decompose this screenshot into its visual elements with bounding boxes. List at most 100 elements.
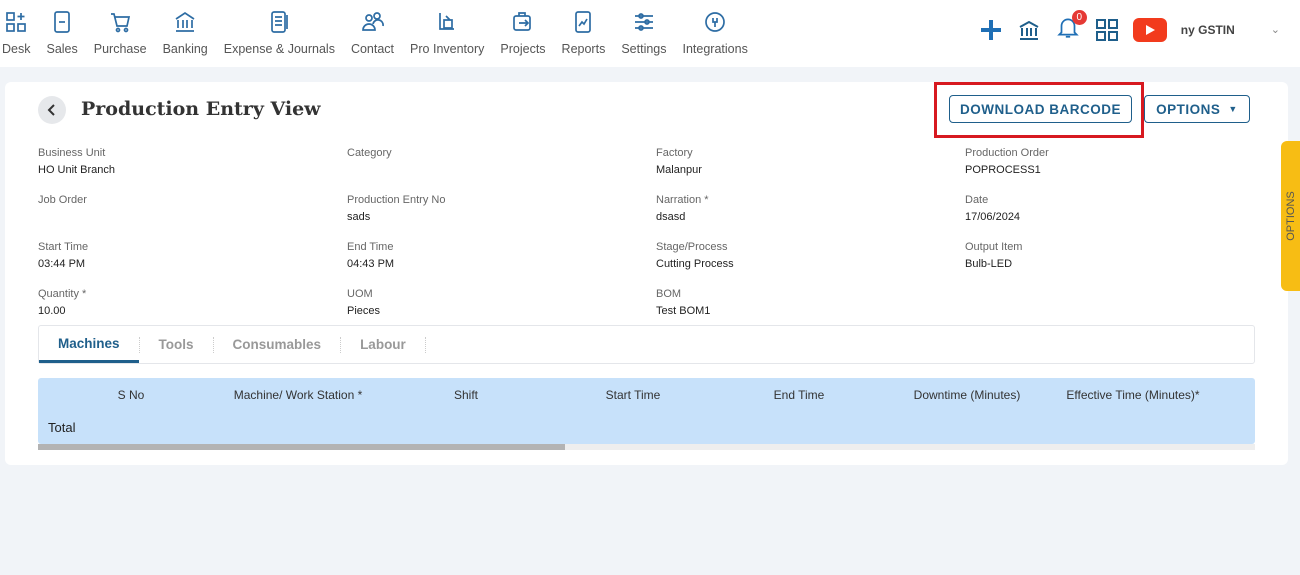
- field-value: 17/06/2024: [965, 211, 1021, 223]
- top-navbar: Desk Sales Purchase Banking Expense & Journa…: [0, 0, 1300, 67]
- field-value: 03:44 PM: [38, 258, 86, 270]
- apps-grid-icon[interactable]: [1095, 18, 1119, 42]
- nav-label: Reports: [561, 42, 606, 56]
- field-label: Production Order: [965, 147, 1049, 159]
- nav-label: Projects: [500, 42, 546, 56]
- tab-machines[interactable]: Machines: [39, 326, 139, 363]
- field-value: [347, 164, 656, 177]
- field-production-entry-no: Production Entry No sads: [347, 194, 656, 224]
- back-button[interactable]: [38, 96, 66, 124]
- column-header: Effective Time (Minutes)*: [1066, 388, 1200, 402]
- nav-label: Banking: [162, 42, 208, 56]
- reports-icon: [575, 11, 592, 33]
- column-header: Start Time: [605, 388, 661, 402]
- field-end-time: End Time 04:43 PM: [347, 241, 656, 271]
- tabs-bar: Machines Tools Consumables Labour: [38, 325, 1255, 364]
- field-value: Bulb-LED: [965, 258, 1013, 270]
- desk-icon: [6, 12, 27, 32]
- bank-transfer-icon[interactable]: [1017, 18, 1041, 42]
- field-start-time: Start Time 03:44 PM: [38, 241, 347, 271]
- field-label: Job Order: [38, 194, 87, 206]
- nav-item-sales[interactable]: Sales: [38, 10, 85, 56]
- notifications-button[interactable]: 0: [1055, 10, 1087, 45]
- chevron-down-icon[interactable]: ⌄: [1271, 23, 1280, 36]
- field-value: [38, 211, 347, 224]
- nav-item-banking[interactable]: Banking: [155, 10, 216, 56]
- nav-label: Settings: [621, 42, 667, 56]
- add-icon[interactable]: [979, 18, 1003, 42]
- options-dropdown-button[interactable]: OPTIONS ▼: [1144, 95, 1250, 123]
- nav-item-expense-journals[interactable]: Expense & Journals: [216, 10, 343, 56]
- nav-item-contact[interactable]: Contact: [343, 10, 402, 56]
- nav-item-desk[interactable]: Desk: [0, 10, 38, 56]
- youtube-button[interactable]: [1132, 17, 1167, 42]
- column-header: Shift: [453, 388, 479, 402]
- field-label: Production Entry No: [347, 194, 446, 206]
- field-label: Date: [965, 194, 989, 206]
- field-label: Narration *: [656, 194, 709, 206]
- field-label: Quantity *: [38, 288, 87, 300]
- bank-icon: [175, 11, 195, 32]
- nav-label: Pro Inventory: [410, 42, 485, 56]
- field-value: Test BOM1: [656, 305, 711, 317]
- tab-labour[interactable]: Labour: [341, 326, 425, 363]
- field-narration: Narration * dsasd: [656, 194, 965, 224]
- field-job-order: Job Order: [38, 194, 347, 224]
- nav-item-settings[interactable]: Settings: [613, 10, 674, 56]
- horizontal-scrollbar[interactable]: [38, 444, 1255, 450]
- field-value: 04:43 PM: [347, 258, 395, 270]
- production-entry-card: Production Entry View DOWNLOAD BARCODE O…: [5, 82, 1288, 465]
- tab-tools[interactable]: Tools: [140, 326, 213, 363]
- scrollbar-thumb[interactable]: [38, 444, 565, 450]
- field-value: Malanpur: [656, 164, 702, 176]
- side-options-tab[interactable]: OPTIONS: [1281, 141, 1300, 291]
- play-icon: [1145, 24, 1155, 35]
- nav-item-reports[interactable]: Reports: [554, 10, 614, 56]
- nav-label: Contact: [350, 42, 395, 56]
- nav-item-projects[interactable]: Projects: [492, 10, 553, 56]
- field-label: Start Time: [38, 241, 89, 253]
- field-label: BOM: [656, 288, 682, 300]
- details-grid: Business Unit HO Unit Branch Category Facto…: [38, 147, 1274, 318]
- header-actions: 0 ny GSTIN ⌄: [979, 10, 1280, 45]
- field-category: Category: [347, 147, 656, 177]
- field-label: UOM: [347, 288, 373, 300]
- machines-table: Total S No Machine/ Work Station * Shift St…: [38, 378, 1255, 444]
- nav-label: Integrations: [682, 42, 748, 56]
- column-header: End Time: [773, 388, 825, 402]
- field-label: Category: [347, 147, 392, 159]
- field-bom: BOM Test BOM1: [656, 288, 965, 318]
- field-business-unit: Business Unit HO Unit Branch: [38, 147, 347, 177]
- field-production-order: Production Order POPROCESS1: [965, 147, 1274, 177]
- download-barcode-button[interactable]: DOWNLOAD BARCODE: [949, 95, 1132, 123]
- options-label: OPTIONS: [1156, 101, 1221, 117]
- field-label: Output Item: [965, 241, 1023, 253]
- journal-icon: [271, 11, 289, 33]
- column-header: Downtime (Minutes): [913, 388, 1021, 402]
- field-quantity: Quantity * 10.00: [38, 288, 347, 318]
- field-value: Cutting Process: [656, 258, 734, 270]
- side-options-label: OPTIONS: [1284, 191, 1297, 241]
- main-nav: Desk Sales Purchase Banking Expense & Journa…: [0, 10, 756, 56]
- column-header: Machine/ Work Station *: [233, 388, 363, 402]
- nav-label: Expense & Journals: [223, 42, 335, 56]
- field-uom: UOM Pieces: [347, 288, 656, 318]
- field-label: Stage/Process: [656, 241, 728, 253]
- nav-item-integrations[interactable]: Integrations: [675, 10, 756, 56]
- inventory-icon: [439, 13, 455, 30]
- nav-item-pro-inventory[interactable]: Pro Inventory: [402, 10, 492, 56]
- page-title: Production Entry View: [81, 98, 321, 120]
- nav-item-purchase[interactable]: Purchase: [86, 10, 155, 56]
- field-label: Factory: [656, 147, 693, 159]
- contact-icon: [361, 12, 384, 31]
- notification-badge: 0: [1071, 10, 1087, 25]
- tab-consumables[interactable]: Consumables: [214, 326, 341, 363]
- field-value: dsasd: [656, 211, 686, 223]
- nav-label: Purchase: [93, 42, 147, 56]
- caret-down-icon: ▼: [1228, 104, 1238, 114]
- field-label: End Time: [347, 241, 394, 253]
- chevron-left-icon: [47, 104, 55, 116]
- nav-label: Sales: [46, 42, 78, 56]
- sales-icon: [54, 11, 70, 33]
- gstin-selector[interactable]: ny GSTIN: [1181, 23, 1235, 37]
